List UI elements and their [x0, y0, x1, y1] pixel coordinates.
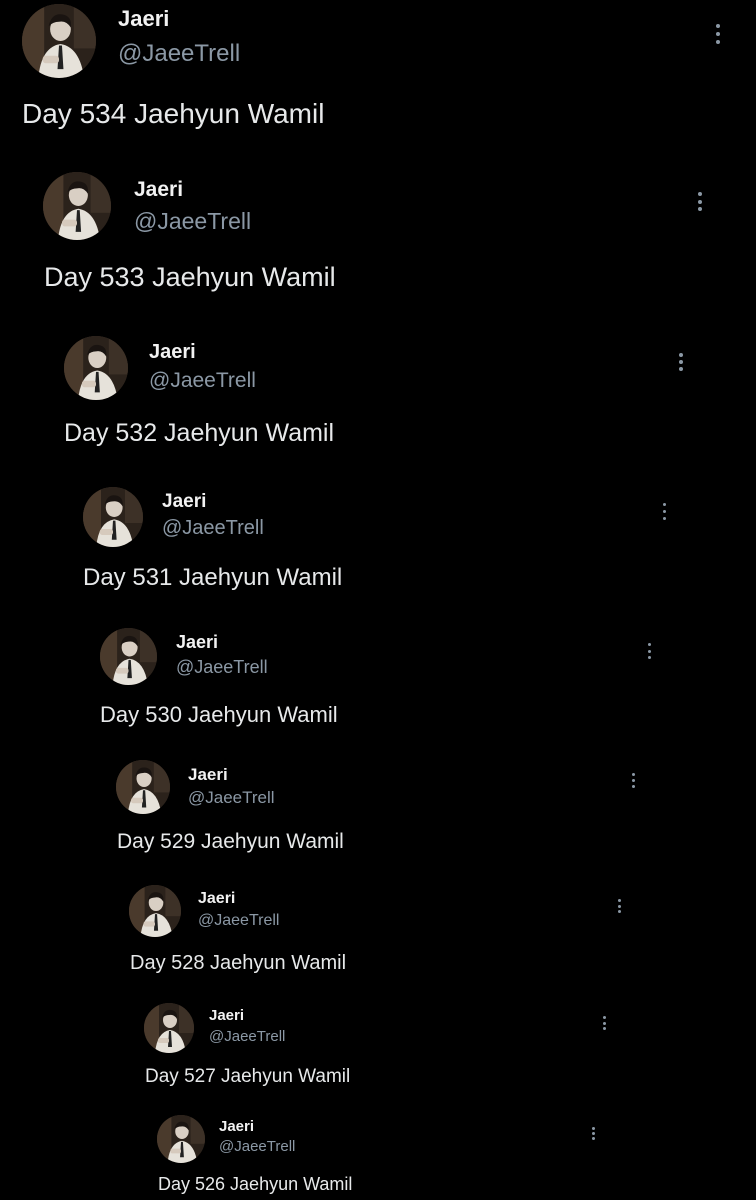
more-options-icon[interactable] [716, 24, 720, 44]
post-text: Day 526 Jaehyun Wamil [158, 1174, 353, 1194]
author-name[interactable]: Jaeri [219, 1118, 254, 1135]
post-text: Day 532 Jaehyun Wamil [64, 419, 335, 447]
post-text: Day 531 Jaehyun Wamil [83, 564, 343, 591]
post-text: Day 527 Jaehyun Wamil [145, 1066, 351, 1087]
author-name[interactable]: Jaeri [134, 178, 183, 202]
avatar[interactable] [64, 336, 128, 400]
more-options-icon[interactable] [591, 1127, 595, 1140]
author-handle[interactable]: @JaeeTrell [188, 788, 275, 808]
post-text: Day 529 Jaehyun Wamil [117, 830, 344, 853]
nested-post-feed: Jaeri @JaeeTrell Day 534 Jaehyun Wamil Jae… [0, 0, 756, 1200]
avatar[interactable] [157, 1115, 205, 1163]
author-name[interactable]: Jaeri [209, 1007, 244, 1024]
more-options-icon[interactable] [698, 192, 702, 211]
author-name[interactable]: Jaeri [176, 632, 218, 653]
post-text: Day 528 Jaehyun Wamil [130, 952, 347, 974]
author-handle[interactable]: @JaeeTrell [149, 369, 256, 393]
author-name[interactable]: Jaeri [149, 341, 196, 364]
avatar[interactable] [22, 4, 96, 78]
more-options-icon[interactable] [679, 353, 683, 371]
author-handle[interactable]: @JaeeTrell [134, 208, 251, 235]
avatar[interactable] [100, 628, 157, 685]
author-name[interactable]: Jaeri [118, 6, 169, 32]
avatar[interactable] [116, 760, 170, 814]
author-name[interactable]: Jaeri [198, 890, 235, 908]
avatar[interactable] [83, 487, 143, 547]
author-handle[interactable]: @JaeeTrell [118, 40, 240, 68]
more-options-icon[interactable] [631, 773, 635, 788]
author-handle[interactable]: @JaeeTrell [219, 1138, 295, 1155]
post-text: Day 530 Jaehyun Wamil [100, 702, 338, 727]
author-handle[interactable]: @JaeeTrell [198, 912, 279, 930]
more-options-icon[interactable] [617, 899, 621, 913]
author-handle[interactable]: @JaeeTrell [162, 517, 264, 540]
more-options-icon[interactable] [662, 503, 666, 520]
author-name[interactable]: Jaeri [188, 765, 228, 785]
avatar[interactable] [129, 885, 181, 937]
more-options-icon[interactable] [602, 1016, 606, 1030]
author-handle[interactable]: @JaeeTrell [176, 657, 268, 678]
avatar[interactable] [43, 172, 111, 240]
post-text: Day 534 Jaehyun Wamil [22, 98, 325, 129]
post-text: Day 533 Jaehyun Wamil [44, 262, 336, 292]
author-name[interactable]: Jaeri [162, 491, 206, 513]
avatar[interactable] [144, 1003, 194, 1053]
author-handle[interactable]: @JaeeTrell [209, 1028, 285, 1045]
more-options-icon[interactable] [647, 643, 651, 659]
